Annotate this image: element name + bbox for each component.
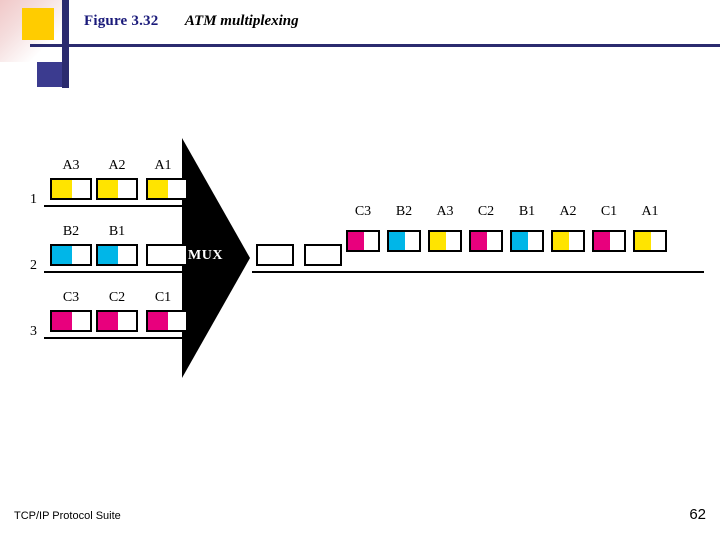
output-cell-label: A1 <box>641 204 659 219</box>
input-cell <box>96 178 138 200</box>
output-cell <box>428 230 462 252</box>
output-cell-label: B1 <box>518 204 536 219</box>
output-cell-label: A2 <box>559 204 577 219</box>
page-number: 62 <box>689 506 706 523</box>
cell-color-segment <box>52 180 72 198</box>
cell-color-segment <box>148 312 168 330</box>
input-cell-label: B1 <box>108 224 126 239</box>
logo-yellow-square <box>22 8 54 40</box>
cell-color-segment <box>389 232 405 250</box>
output-cell <box>633 230 667 252</box>
output-cell-label: B2 <box>395 204 413 219</box>
cell-blank-segment <box>167 312 186 330</box>
input-cell <box>96 244 138 266</box>
output-cell <box>346 230 380 252</box>
input-cell-label: C3 <box>62 290 80 305</box>
cell-color-segment <box>52 312 72 330</box>
input-cell <box>50 310 92 332</box>
input-cell <box>50 244 92 266</box>
figure-title: ATM multiplexing <box>184 13 299 29</box>
cell-blank-segment <box>363 232 378 250</box>
cell-color-segment <box>98 312 118 330</box>
cell-color-segment <box>635 232 651 250</box>
cell-blank-segment <box>527 232 542 250</box>
cell-blank-segment <box>117 312 136 330</box>
cell-blank-segment <box>404 232 419 250</box>
mux-block: MUX <box>182 138 254 378</box>
cell-color-segment <box>148 246 168 264</box>
cell-blank-segment <box>609 232 624 250</box>
cell-color-segment <box>306 246 324 264</box>
cell-blank-segment <box>323 246 340 264</box>
cell-blank-segment <box>167 246 186 264</box>
input-cell-label: A1 <box>154 158 172 173</box>
output-cell <box>592 230 626 252</box>
output-cell-empty <box>256 244 294 266</box>
cell-blank-segment <box>71 246 90 264</box>
input-cell-label: C2 <box>108 290 126 305</box>
output-cell-label: C3 <box>354 204 372 219</box>
footer-text: TCP/IP Protocol Suite <box>14 510 121 522</box>
cell-blank-segment <box>117 180 136 198</box>
cell-color-segment <box>98 246 118 264</box>
cell-blank-segment <box>650 232 665 250</box>
output-cell <box>469 230 503 252</box>
input-cell <box>50 178 92 200</box>
input-cell-label: C1 <box>154 290 172 305</box>
cell-color-segment <box>52 246 72 264</box>
output-cell-label: A3 <box>436 204 454 219</box>
cell-blank-segment <box>486 232 501 250</box>
output-cell <box>387 230 421 252</box>
cell-color-segment <box>148 180 168 198</box>
input-cell <box>146 310 188 332</box>
output-cell-label: C1 <box>600 204 618 219</box>
cell-color-segment <box>553 232 569 250</box>
lane-label-3: 3 <box>30 324 37 339</box>
cell-blank-segment <box>71 180 90 198</box>
cell-color-segment <box>258 246 276 264</box>
logo-navy-square <box>37 62 62 87</box>
mux-label: MUX <box>188 248 223 263</box>
cell-blank-segment <box>117 246 136 264</box>
header-divider-line <box>30 44 720 47</box>
lane-line-3 <box>44 337 190 339</box>
output-cell <box>551 230 585 252</box>
lane-label-1: 1 <box>30 192 37 207</box>
cell-blank-segment <box>71 312 90 330</box>
input-cell-label: B2 <box>62 224 80 239</box>
lane-line-1 <box>44 205 190 207</box>
cell-color-segment <box>594 232 610 250</box>
cell-color-segment <box>430 232 446 250</box>
cell-blank-segment <box>167 180 186 198</box>
page-title: Figure 3.32 ATM multiplexing <box>84 12 299 30</box>
cell-color-segment <box>471 232 487 250</box>
lane-label-2: 2 <box>30 258 37 273</box>
output-cell-label: C2 <box>477 204 495 219</box>
cell-blank-segment <box>275 246 292 264</box>
input-cell <box>146 178 188 200</box>
cell-color-segment <box>512 232 528 250</box>
output-cell-empty <box>304 244 342 266</box>
atm-multiplexing-diagram: MUX 1 A3 A2 A1 2 B2 B1 3 C3 C2 C1 C3 B2 … <box>0 120 720 390</box>
figure-label: Figure 3.32 <box>84 13 159 29</box>
input-cell-label: A3 <box>62 158 80 173</box>
cell-blank-segment <box>445 232 460 250</box>
output-line <box>252 271 704 273</box>
input-cell-empty <box>146 244 188 266</box>
lane-line-2 <box>44 271 190 273</box>
cell-blank-segment <box>568 232 583 250</box>
input-cell-label: A2 <box>108 158 126 173</box>
input-cell <box>96 310 138 332</box>
cell-color-segment <box>98 180 118 198</box>
cell-color-segment <box>348 232 364 250</box>
output-cell <box>510 230 544 252</box>
